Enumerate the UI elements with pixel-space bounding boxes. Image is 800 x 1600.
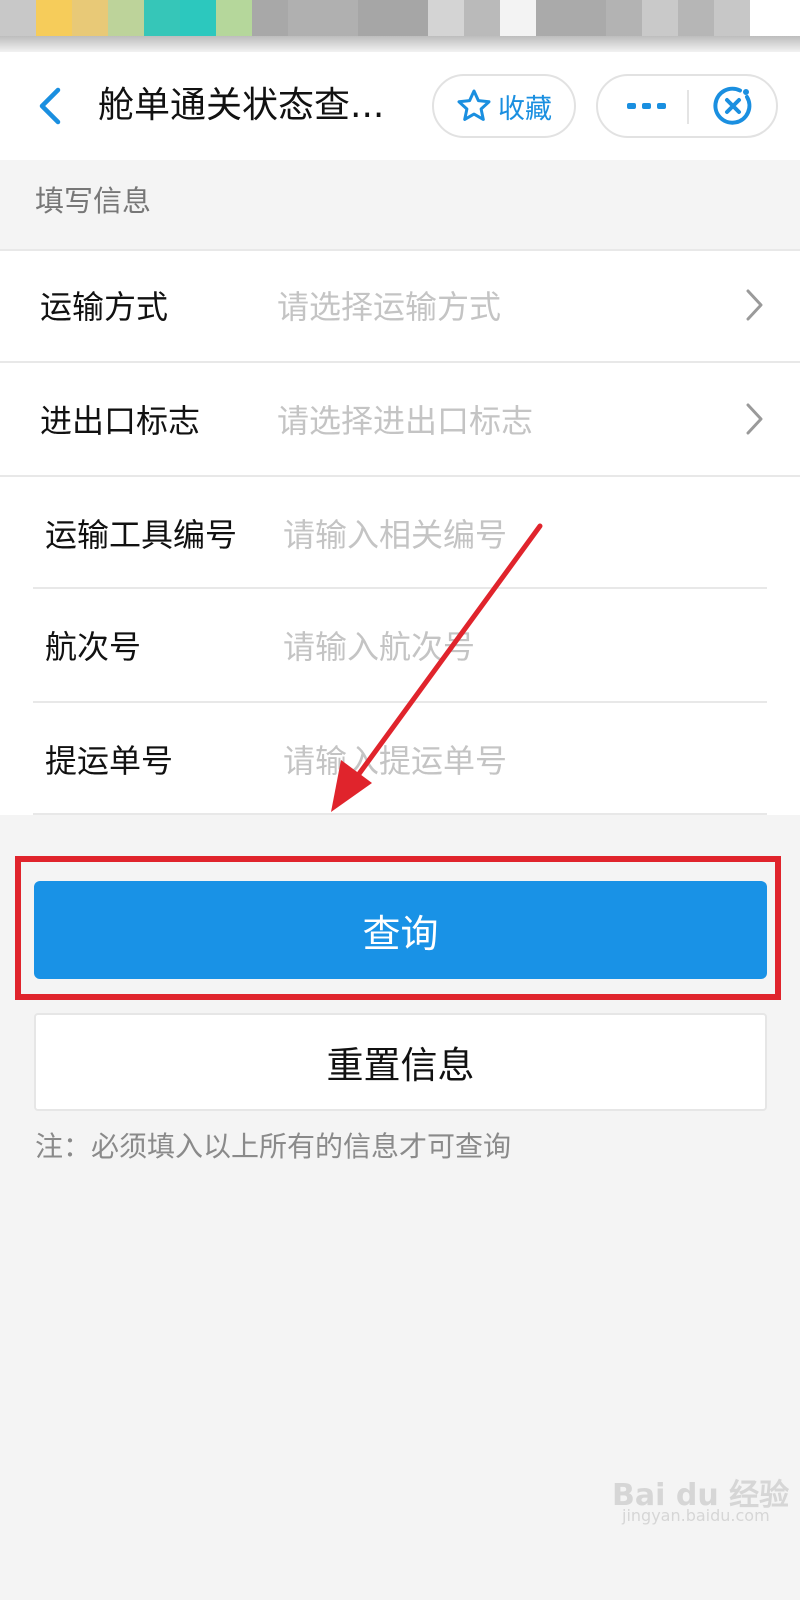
chevron-right-icon [746, 403, 763, 435]
field-label: 运输方式 [40, 288, 169, 326]
query-button[interactable]: 查询 [34, 881, 767, 979]
field-placeholder[interactable]: 请输入相关编号 [283, 510, 507, 556]
divider [33, 813, 767, 815]
note-text: 注：必须填入以上所有的信息才可查询 [35, 1130, 512, 1163]
status-bar [0, 0, 800, 52]
star-outline-icon [457, 89, 491, 121]
more-button[interactable] [612, 76, 682, 136]
chevron-right-icon [746, 289, 763, 321]
status-bar-block [464, 0, 500, 38]
status-bar-block [678, 0, 714, 38]
status-bar-block [144, 0, 180, 38]
field-label: 航次号 [45, 628, 142, 666]
status-bar-block [428, 0, 464, 38]
status-bar-block [714, 0, 750, 38]
field-placeholder: 请选择运输方式 [277, 288, 502, 326]
status-bar-block [216, 0, 252, 38]
status-bar-block [288, 0, 358, 38]
field-label: 进出口标志 [40, 402, 201, 440]
status-bar-block [536, 0, 606, 38]
status-bar-block [72, 0, 108, 38]
reset-button[interactable]: 重置信息 [34, 1013, 767, 1111]
field-label: 运输工具编号 [45, 516, 238, 554]
field-label: 提运单号 [45, 742, 174, 780]
field-placeholder[interactable]: 请输入提运单号 [283, 736, 507, 782]
bill-of-lading-field[interactable]: 提运单号 请输入提运单号 [0, 703, 800, 815]
status-bar-block [750, 0, 800, 38]
status-bar-block [642, 0, 678, 38]
watermark-url: jingyan.baidu.com [622, 1506, 770, 1525]
transport-mode-select[interactable]: 运输方式 请选择运输方式 [0, 249, 800, 361]
status-bar-block [500, 0, 536, 38]
page-title: 舱单通关状态查... [98, 85, 385, 126]
capsule-divider [687, 90, 689, 124]
favorite-button[interactable]: 收藏 [432, 74, 576, 138]
import-export-select[interactable]: 进出口标志 请选择进出口标志 [0, 363, 800, 475]
status-bar-block [252, 0, 288, 38]
voyage-number-field[interactable]: 航次号 请输入航次号 [0, 589, 800, 701]
form-card: 运输方式 请选择运输方式 进出口标志 请选择进出口标志 运输工具编号 请输入相关… [0, 249, 800, 815]
navigation-bar: 舱单通关状态查... 收藏 [0, 52, 800, 160]
status-bar-block [0, 0, 36, 38]
status-bar-block [180, 0, 216, 38]
more-dots-icon [627, 103, 666, 109]
favorite-label: 收藏 [498, 93, 552, 125]
close-button[interactable] [698, 76, 768, 136]
status-bar-block [358, 0, 428, 38]
vehicle-number-field[interactable]: 运输工具编号 请输入相关编号 [0, 477, 800, 589]
back-button[interactable] [28, 78, 72, 134]
close-circle-icon [713, 86, 752, 125]
section-label: 填写信息 [35, 184, 152, 218]
capsule-menu [596, 74, 778, 138]
field-placeholder[interactable]: 请输入航次号 [283, 622, 475, 668]
status-bar-block [606, 0, 642, 38]
status-bar-block [108, 0, 144, 38]
chevron-left-icon [39, 87, 61, 125]
field-placeholder: 请选择进出口标志 [277, 402, 534, 440]
status-bar-block [36, 0, 72, 38]
